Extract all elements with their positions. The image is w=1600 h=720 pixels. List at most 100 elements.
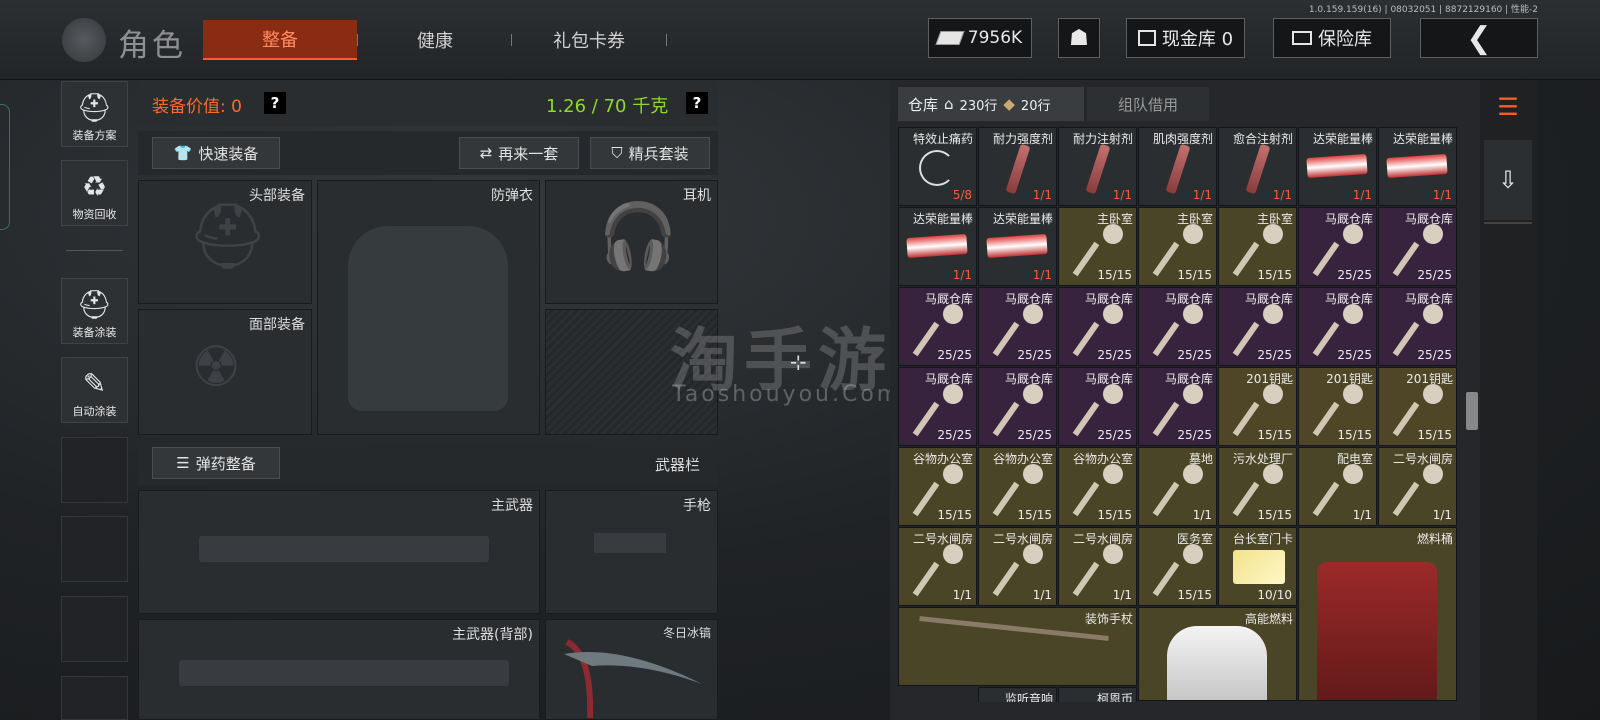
item-count: 25/25 — [1017, 428, 1052, 442]
contact-button[interactable]: ☗ — [1058, 18, 1100, 58]
item-name: 医务室 — [1176, 532, 1213, 546]
warehouse-item[interactable]: 马厩仓库 25/25 — [1298, 287, 1377, 366]
empty-side-slot[interactable] — [61, 676, 128, 720]
head-slot[interactable]: ⛑ 头部装备 — [138, 180, 312, 304]
item-count: 1/1 — [1432, 188, 1452, 202]
warehouse-item[interactable]: 二号水闸房 1/1 — [1058, 527, 1137, 606]
warehouse-item[interactable]: 201钥匙 15/15 — [1298, 367, 1377, 446]
melee-slot[interactable]: 冬日冰镐 — [545, 619, 718, 720]
warehouse-big-item[interactable]: 高能燃料 — [1138, 607, 1297, 701]
helmet-ghost-icon: ⛑ — [187, 200, 269, 274]
warehouse-item[interactable]: 墓地 1/1 — [1138, 447, 1217, 526]
warehouse-item[interactable]: 马厩仓库 25/25 — [1058, 287, 1137, 366]
rail-divider — [1484, 222, 1532, 224]
warehouse-item[interactable]: 马厩仓库 25/25 — [1298, 207, 1377, 286]
warehouse-item[interactable]: 特效止痛药 5/8 — [898, 127, 977, 206]
armor-slot[interactable]: 防弹衣 — [317, 180, 540, 435]
warehouse-item[interactable]: 达荣能量棒 1/1 — [898, 207, 977, 286]
warehouse-item[interactable]: 201钥匙 15/15 — [1218, 367, 1297, 446]
item-name: 马厩仓库 — [1084, 372, 1133, 386]
warehouse-item[interactable]: 污水处理厂 15/15 — [1218, 447, 1297, 526]
warehouse-item[interactable]: 马厩仓库 25/25 — [1138, 287, 1217, 366]
tab-loadout[interactable]: 整备 — [203, 20, 357, 60]
warehouse-item[interactable]: 马厩仓库 25/25 — [978, 287, 1057, 366]
warehouse-item[interactable]: 达荣能量棒 1/1 — [1298, 127, 1377, 206]
pistol-ghost-icon — [594, 533, 666, 553]
auto-paint-button[interactable]: ✎ 自动涂装 — [61, 357, 128, 423]
layers-refresh-icon[interactable]: ☰ — [1484, 84, 1532, 130]
item-name: 马厩仓库 — [1004, 372, 1053, 386]
warehouse-item[interactable]: 主卧室 15/15 — [1058, 207, 1137, 286]
loadout-plan-button[interactable]: ⛑ 装备方案 — [61, 81, 128, 147]
grid-scrollbar[interactable] — [1466, 392, 1478, 430]
currency-value: 7956K — [967, 28, 1023, 48]
paint-button[interactable]: ⛑ 装备涂装 — [61, 278, 128, 344]
item-count: 25/25 — [1177, 348, 1212, 362]
warehouse-item[interactable]: 谷物办公室 15/15 — [978, 447, 1057, 526]
warehouse-item[interactable]: 主卧室 15/15 — [1138, 207, 1217, 286]
warehouse-item[interactable]: 二号水闸房 1/1 — [978, 527, 1057, 606]
headset-slot[interactable]: 🎧 耳机 — [545, 180, 718, 304]
pistol-slot[interactable]: 手枪 — [545, 490, 718, 614]
warehouse-item[interactable]: 耐力强度剂 1/1 — [978, 127, 1057, 206]
warehouse-item[interactable]: 达荣能量棒 1/1 — [1378, 127, 1457, 206]
empty-side-slot[interactable] — [61, 437, 128, 503]
tab-health[interactable]: 健康 — [360, 20, 510, 60]
recycle-button[interactable]: ♻ 物资回收 — [61, 160, 128, 226]
safe-button[interactable]: 保险库 — [1273, 18, 1391, 58]
item-count: 15/15 — [1097, 508, 1132, 522]
weight-help-icon[interactable]: ? — [686, 92, 708, 114]
warehouse-item[interactable]: 马厩仓库 25/25 — [1218, 287, 1297, 366]
item-count: 25/25 — [1257, 348, 1292, 362]
face-slot[interactable]: ☢ 面部装备 — [138, 309, 312, 435]
item-name: 主卧室 — [1256, 212, 1293, 226]
ammo-button[interactable]: ☰ 弹药整备 — [152, 447, 280, 479]
warehouse-item[interactable]: 二号水闸房 1/1 — [1378, 447, 1457, 526]
warehouse-item[interactable]: 马厩仓库 25/25 — [898, 367, 977, 446]
warehouse-item[interactable]: 台长室门卡 10/10 — [1218, 527, 1297, 606]
currency-display[interactable]: 7956K — [928, 18, 1032, 58]
elite-set-button[interactable]: ⛉ 精兵套装 — [590, 137, 710, 169]
warehouse-item[interactable]: 马厩仓库 25/25 — [1378, 287, 1457, 366]
cash-vault-button[interactable]: 现金库 0 — [1126, 18, 1245, 58]
warehouse-big-item[interactable]: 监听音响 — [978, 687, 1057, 702]
repeat-set-button[interactable]: ⇄ 再来一套 — [459, 137, 579, 169]
empty-side-slot[interactable] — [61, 596, 128, 662]
warehouse-item[interactable]: 201钥匙 15/15 — [1378, 367, 1457, 446]
warehouse-item[interactable]: 主卧室 15/15 — [1218, 207, 1297, 286]
quick-equip-button[interactable]: 👕 快速装备 — [152, 137, 280, 169]
warehouse-item[interactable]: 马厩仓库 25/25 — [1058, 367, 1137, 446]
warehouse-item[interactable]: 马厩仓库 25/25 — [978, 367, 1057, 446]
item-name: 马厩仓库 — [1244, 292, 1293, 306]
tab-gift-cards[interactable]: 礼包卡券 — [514, 20, 664, 60]
item-name: 高能燃料 — [1244, 612, 1293, 626]
side-handle[interactable] — [0, 104, 10, 230]
warehouse-item[interactable]: 肌肉强度剂 1/1 — [1138, 127, 1217, 206]
warehouse-item[interactable]: 谷物办公室 15/15 — [1058, 447, 1137, 526]
empty-side-slot[interactable] — [61, 516, 128, 582]
item-name: 201钥匙 — [1246, 372, 1293, 386]
safe-icon — [1292, 31, 1312, 45]
warehouse-item[interactable]: 谷物办公室 15/15 — [898, 447, 977, 526]
warehouse-item[interactable]: 愈合注射剂 1/1 — [1218, 127, 1297, 206]
warehouse-item[interactable]: 马厩仓库 25/25 — [1138, 367, 1217, 446]
warehouse-big-item[interactable]: 柯恩币 — [1058, 687, 1137, 702]
primary-weapon-slot[interactable]: 主武器 — [138, 490, 540, 614]
warehouse-big-item[interactable]: 装饰手杖 — [898, 607, 1137, 686]
item-count: 15/15 — [1017, 508, 1052, 522]
team-borrow-tab[interactable]: 组队借用 — [1087, 87, 1209, 121]
home-rows: 230行 — [959, 98, 998, 114]
back-button[interactable]: ❮ — [1420, 18, 1538, 58]
back-weapon-slot[interactable]: 主武器(背部) — [138, 619, 540, 720]
warehouse-item[interactable]: 马厩仓库 25/25 — [1378, 207, 1457, 286]
warehouse-item[interactable]: 配电室 1/1 — [1298, 447, 1377, 526]
warehouse-item[interactable]: 医务室 15/15 — [1138, 527, 1217, 606]
warehouse-item[interactable]: 二号水闸房 1/1 — [898, 527, 977, 606]
value-help-icon[interactable]: ? — [264, 92, 286, 114]
warehouse-tab[interactable]: 仓库 ⌂ 230行 ◆ 20行 — [898, 87, 1084, 121]
warehouse-big-item[interactable]: 燃料桶 — [1298, 527, 1457, 701]
layers-download-icon[interactable]: ⇩ — [1484, 140, 1532, 220]
warehouse-item[interactable]: 耐力注射剂 1/1 — [1058, 127, 1137, 206]
warehouse-item[interactable]: 马厩仓库 25/25 — [898, 287, 977, 366]
warehouse-item[interactable]: 达荣能量棒 1/1 — [978, 207, 1057, 286]
